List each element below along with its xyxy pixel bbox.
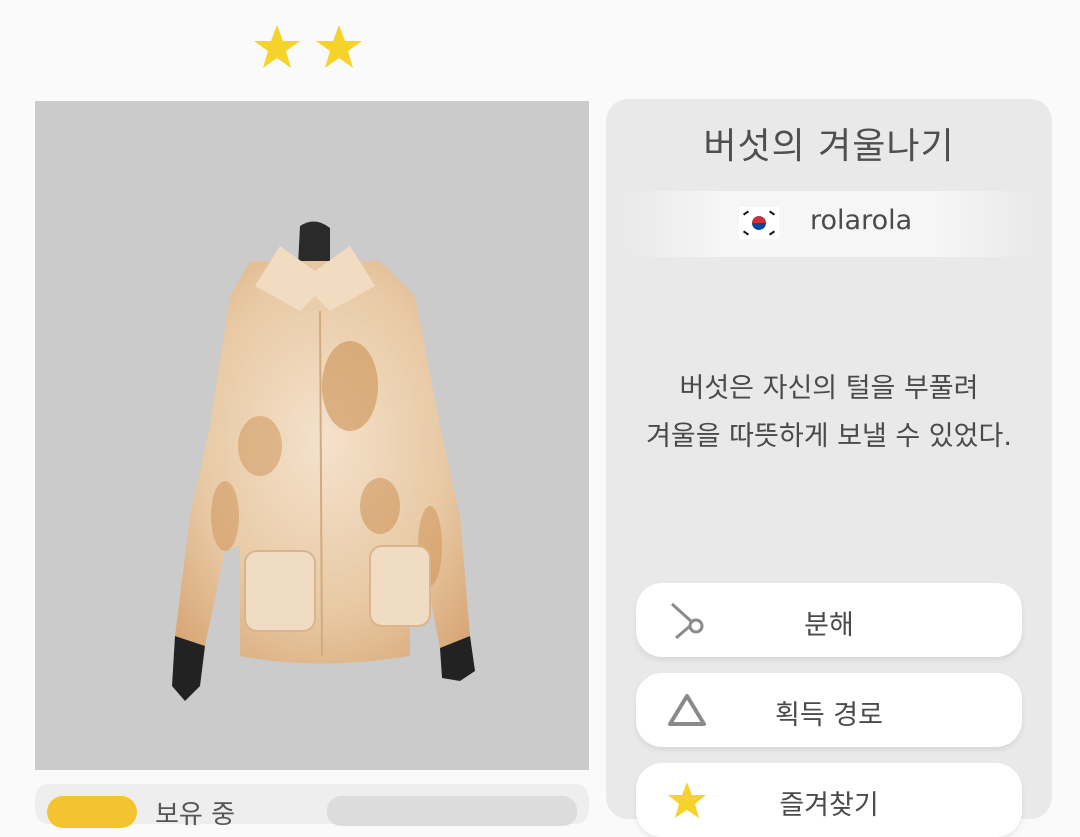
- status-slot[interactable]: [327, 796, 577, 826]
- favorite-label: 즐겨찾기: [779, 790, 879, 821]
- description-line: 버섯은 자신의 털을 부풀려: [679, 373, 979, 404]
- acquisition-path-button[interactable]: 획득 경로: [636, 673, 1022, 747]
- jacket-image: [172, 221, 475, 701]
- description-line: 겨울을 따뜻하게 보낼 수 있었다.: [646, 421, 1012, 452]
- disassemble-button[interactable]: 분해: [636, 583, 1022, 657]
- item-description: 버섯은 자신의 털을 부풀려 겨울을 따뜻하게 보낼 수 있었다.: [606, 365, 1052, 461]
- acquisition-path-label: 획득 경로: [775, 700, 883, 731]
- favorite-button[interactable]: 즐겨찾기: [636, 763, 1022, 837]
- south-korea-flag-icon: [739, 207, 779, 239]
- item-info-panel: 버섯의 겨울나기 rolarola 버섯은 자신의 털을 부풀려 겨울을 따뜻하…: [606, 99, 1052, 837]
- star-icon: [254, 25, 300, 68]
- author-name: rolarola: [810, 205, 913, 236]
- author-row[interactable]: rolarola: [622, 191, 1036, 257]
- item-preview[interactable]: [35, 101, 589, 770]
- rating-stars: [252, 22, 364, 72]
- bottom-status-bar: 보유 중: [35, 784, 589, 830]
- quantity-badge: [47, 796, 137, 828]
- owned-status: 보유 중: [155, 800, 236, 830]
- item-title: 버섯의 겨울나기: [703, 126, 955, 167]
- disassemble-label: 분해: [804, 610, 854, 641]
- star-icon: [316, 25, 362, 68]
